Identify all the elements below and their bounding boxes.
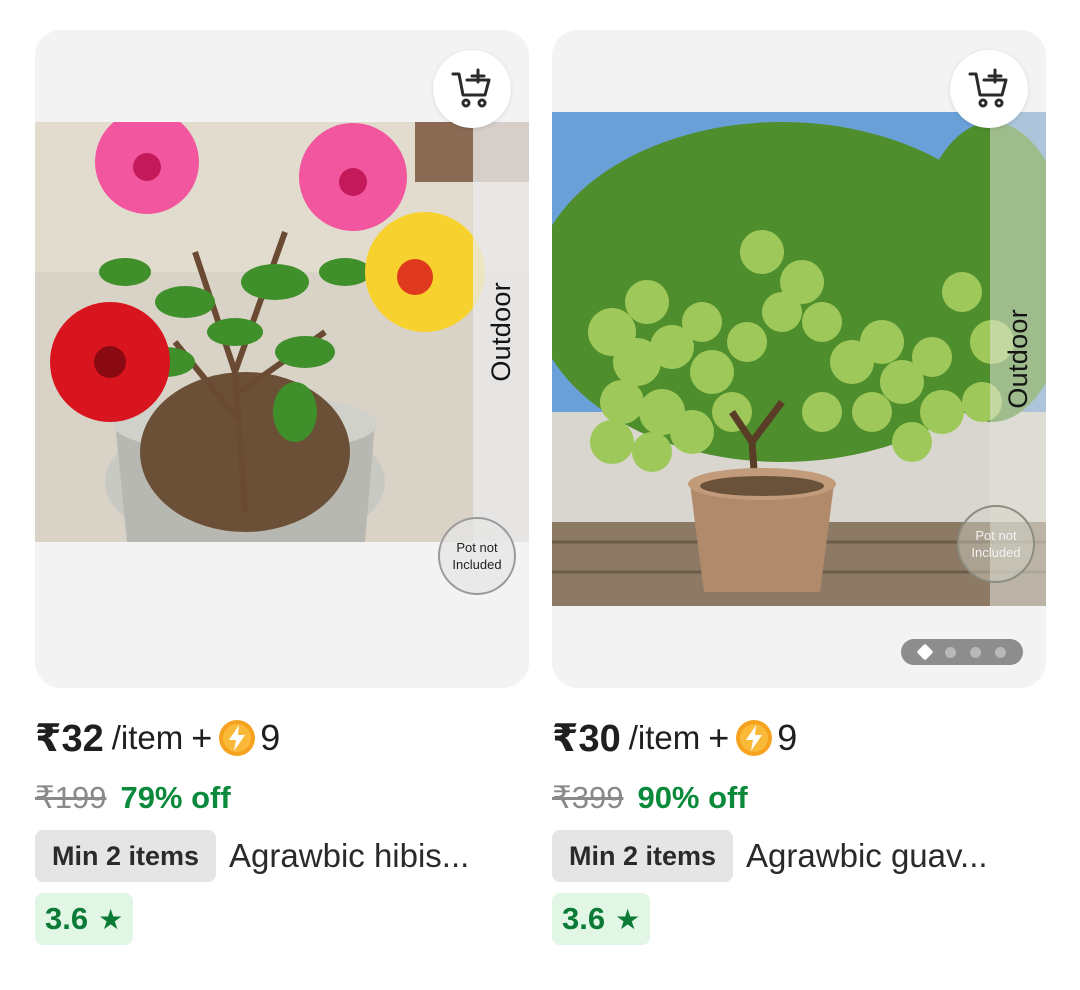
carousel-dot[interactable] xyxy=(944,646,956,658)
product-name[interactable]: Agrawbic hibis... xyxy=(229,837,469,875)
min-qty-row: Min 2 items Agrawbic hibis... xyxy=(35,830,469,882)
plus-sign: + xyxy=(708,717,730,758)
product-image-area[interactable]: Outdoor Pot not Included xyxy=(552,30,1046,688)
per-unit-label: /item xyxy=(628,719,701,756)
outdoor-tag-label: Outdoor xyxy=(1002,309,1033,409)
lightning-coin-icon xyxy=(219,720,256,756)
outdoor-tag: Outdoor xyxy=(473,122,529,542)
carousel-dot[interactable] xyxy=(969,646,981,658)
min-qty-row: Min 2 items Agrawbic guav... xyxy=(552,830,988,882)
add-to-cart-icon xyxy=(968,68,1008,108)
outdoor-tag-label: Outdoor xyxy=(485,282,516,382)
rating-badge: 3.6 ★ xyxy=(552,893,651,945)
product-name[interactable]: Agrawbic guav... xyxy=(746,837,988,875)
pot-not-included-badge: Pot not Included xyxy=(957,505,1035,583)
discount-row: ₹199 79% off xyxy=(35,780,231,816)
price: ₹30 xyxy=(552,717,621,760)
min-qty-badge: Min 2 items xyxy=(35,830,217,882)
plus-sign: + xyxy=(191,717,213,758)
carousel-dot-active[interactable] xyxy=(916,643,933,661)
discount-percent: 90% off xyxy=(637,780,748,815)
add-to-cart-icon xyxy=(451,68,491,108)
pot-not-included-badge: Pot not Included xyxy=(438,517,516,595)
product-photo[interactable] xyxy=(35,122,529,542)
coin-amount: 9 xyxy=(777,717,798,758)
discount-row: ₹399 90% off xyxy=(552,780,748,816)
rating-value: 3.6 xyxy=(45,901,89,936)
per-unit-label: /item xyxy=(111,719,184,756)
coin-amount: 9 xyxy=(260,717,281,758)
star-icon: ★ xyxy=(615,903,641,935)
price-row: ₹30 /item + 9 xyxy=(552,716,797,760)
discount-percent: 79% off xyxy=(120,780,231,815)
add-to-cart-button[interactable] xyxy=(950,50,1028,128)
add-to-cart-button[interactable] xyxy=(433,50,511,128)
carousel-indicator[interactable] xyxy=(901,639,1023,665)
original-price: ₹199 xyxy=(35,780,107,815)
price: ₹32 xyxy=(35,717,104,760)
star-icon: ★ xyxy=(98,903,124,935)
product-image-area[interactable]: Outdoor Pot not Included xyxy=(35,30,529,688)
lightning-coin-icon xyxy=(736,720,773,756)
product-card-hibiscus[interactable]: Outdoor Pot not Included ₹32 /item + 9 ₹… xyxy=(35,30,529,990)
carousel-dot[interactable] xyxy=(994,646,1006,658)
pot-badge-label: Pot not Included xyxy=(452,540,502,572)
price-row: ₹32 /item + 9 xyxy=(35,716,280,760)
rating-value: 3.6 xyxy=(562,901,606,936)
original-price: ₹399 xyxy=(552,780,624,815)
min-qty-badge: Min 2 items xyxy=(552,830,734,882)
rating-badge: 3.6 ★ xyxy=(35,893,134,945)
product-card-guava[interactable]: Outdoor Pot not Included ₹30 /item + 9 ₹… xyxy=(552,30,1046,990)
pot-badge-label: Pot not Included xyxy=(971,528,1021,560)
